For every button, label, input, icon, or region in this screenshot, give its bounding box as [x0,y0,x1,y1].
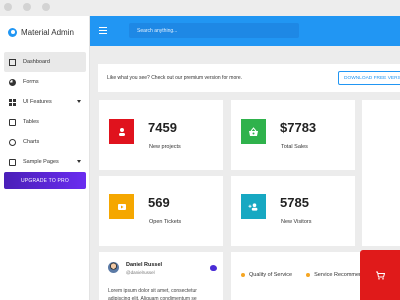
legend-dot [306,273,311,277]
ticket-icon [117,203,126,210]
stat-tile [109,194,134,219]
grid-icon [9,98,16,106]
avatar[interactable] [108,262,119,273]
window-minimize-dot[interactable] [23,3,31,11]
sidebar-item-ui-features[interactable]: UI Features [4,92,86,112]
download-free-version-button[interactable]: DOWNLOAD FREE VERSION [338,71,400,85]
stat-card-new-projects: 7459 New projects [99,100,223,170]
stat-card-total-sales: $7783 Total Sales [231,100,355,170]
tweet-card: Daniel Russel @danielrussel Lorem ipsum … [99,252,223,300]
promo-banner-text: Like what you see? Check out our premium… [107,75,243,81]
tweet-text: Lorem ipsum dolor sit amet, consectetur … [108,288,197,300]
legend-item[interactable]: Quality of Service [241,272,292,278]
table-icon [9,118,16,126]
sidebar-item-dashboard[interactable]: Dashboard [4,52,86,72]
stat-value: 7459 [148,120,177,135]
upgrade-to-pro-button[interactable]: UPGRADE TO PRO [4,172,86,189]
tweet-author-handle: @danielrussel [126,270,155,275]
stat-label: New projects [149,144,181,150]
sidebar: Material Admin Dashboard Forms UI Featur… [0,16,90,300]
stat-label: New Visitors [281,219,312,225]
stat-card-open-tickets: 569 Open Tickets [99,176,223,246]
chart-legend: Quality of Service Service Recommendatio… [241,272,377,278]
stat-card-new-visitors: 5785 New Visitors [231,176,355,246]
logo-icon [8,27,17,37]
app-title: Material Admin [21,27,74,37]
app-logo[interactable]: Material Admin [8,25,74,39]
promo-banner: Like what you see? Check out our premium… [98,64,400,92]
stat-value: $7783 [280,120,317,135]
sidebar-nav: Dashboard Forms UI Features Tables Chart… [0,52,90,172]
twitter-icon [210,265,217,271]
sidebar-item-label: Charts [23,139,40,145]
pages-icon [9,158,16,166]
side-panel-card [362,100,400,246]
search-input[interactable] [129,23,299,38]
tweet-author-name: Daniel Russel [126,262,163,268]
pie-chart-icon [9,78,16,86]
window-close-dot[interactable] [4,3,12,11]
sidebar-item-sample-pages[interactable]: Sample Pages [4,152,86,172]
sidebar-item-tables[interactable]: Tables [4,112,86,132]
menu-icon[interactable] [99,27,107,34]
sidebar-item-forms[interactable]: Forms [4,72,86,92]
monitor-icon [9,58,16,66]
add-user-icon [248,202,258,211]
user-icon [118,127,125,136]
legend-label: Quality of Service [249,272,293,278]
sidebar-item-label: Tables [23,119,39,125]
stat-tile [241,194,266,219]
browser-top-bar [0,0,400,16]
stat-tile [109,119,134,144]
window-maximize-dot[interactable] [42,3,50,11]
help-icon [9,138,16,146]
sidebar-item-label: Dashboard [23,59,50,65]
stat-value: 5785 [280,195,309,210]
sidebar-item-label: Sample Pages [23,159,59,165]
sidebar-item-label: UI Features [23,99,52,105]
stat-label: Open Tickets [149,219,182,225]
basket-icon [249,126,258,136]
chevron-down-icon [77,160,81,163]
stat-label: Total Sales [281,144,308,150]
sidebar-item-charts[interactable]: Charts [4,132,86,152]
cart-fab-button[interactable] [360,250,400,300]
stat-value: 569 [148,195,170,210]
cart-icon [376,271,385,280]
chevron-down-icon [77,100,81,103]
legend-dot [241,273,245,277]
main-content: Like what you see? Check out our premium… [90,46,400,300]
stat-tile [241,119,266,144]
top-bar [90,16,400,46]
sidebar-item-label: Forms [23,79,39,85]
